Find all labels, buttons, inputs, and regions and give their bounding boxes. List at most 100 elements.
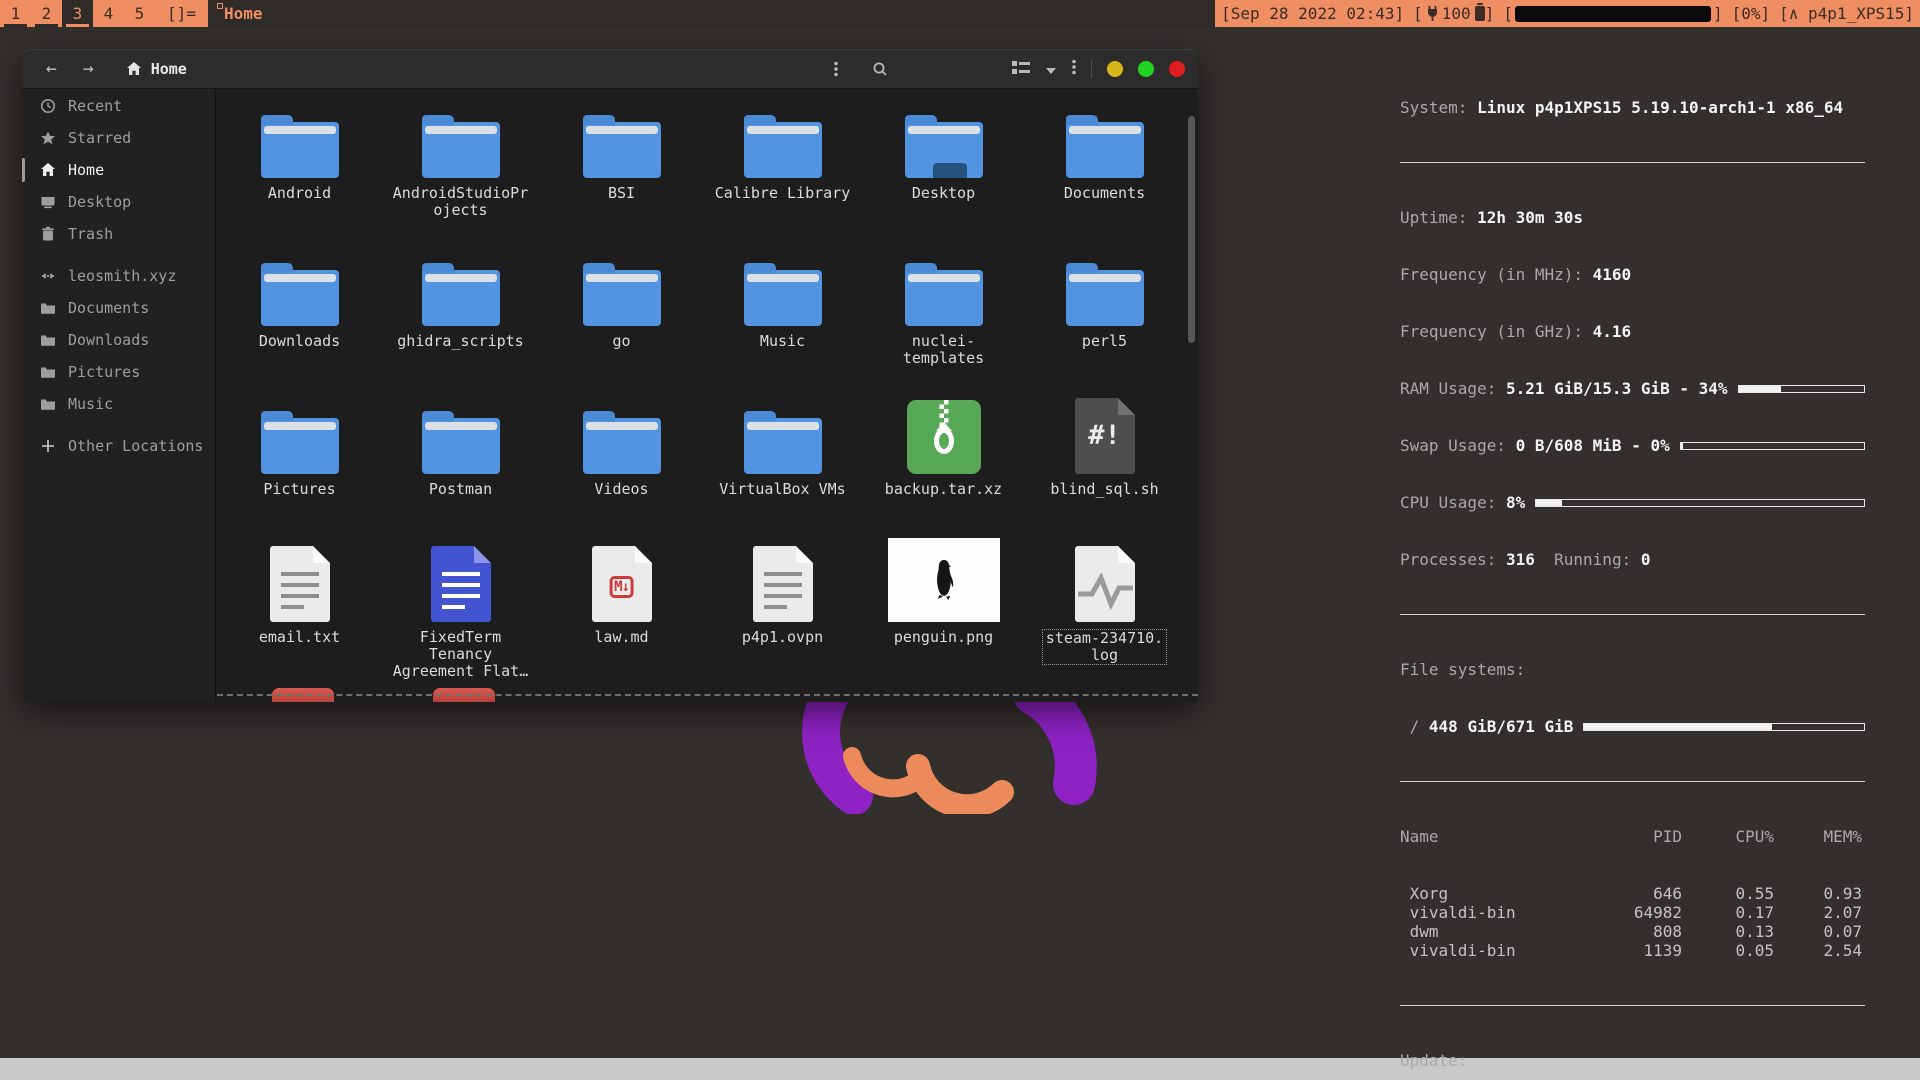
page-menu-button[interactable] xyxy=(834,49,838,89)
close-button[interactable] xyxy=(1169,61,1185,77)
desktop-icon xyxy=(39,194,57,210)
file-label: blind_sql.sh xyxy=(1050,481,1158,498)
file-ghidra-scripts[interactable]: ghidra_scripts xyxy=(383,242,538,390)
folder-icon xyxy=(744,418,822,474)
sidebar-item-trash[interactable]: Trash xyxy=(22,218,215,250)
file-android[interactable]: Android xyxy=(222,94,377,242)
file-blind-sql.sh[interactable]: #! blind_sql.sh xyxy=(1027,390,1182,538)
workspace-tag-5[interactable]: 5 xyxy=(124,0,155,27)
file-pictures[interactable]: Pictures xyxy=(222,390,377,538)
file-label: Pictures xyxy=(263,481,335,498)
workspace-tag-1[interactable]: 1 xyxy=(0,0,31,27)
sidebar-item-desktop[interactable]: Desktop xyxy=(22,186,215,218)
process-cell: vivaldi-bin xyxy=(1400,903,1600,922)
file-icon-box xyxy=(583,390,661,474)
sidebar-item-documents[interactable]: Documents xyxy=(22,292,215,324)
home-icon xyxy=(126,61,142,77)
maximize-button[interactable] xyxy=(1138,61,1154,77)
sidebar-item-label: Pictures xyxy=(68,363,140,381)
file-penguin.png[interactable]: penguin.png xyxy=(866,538,1021,686)
folder-icon xyxy=(39,396,57,412)
file-law.md[interactable]: M↓law.md xyxy=(544,538,699,686)
sidebar-item-starred[interactable]: Starred xyxy=(22,122,215,154)
workspace-tag-3[interactable]: 3 xyxy=(62,0,93,27)
status-battery: [100] xyxy=(1413,4,1494,23)
desktop-folder-icon xyxy=(905,122,983,178)
tag-indicator xyxy=(4,24,27,27)
file-icon-box xyxy=(905,94,983,178)
forward-button[interactable]: → xyxy=(83,60,94,78)
file-steam-234710.[interactable]: steam-234710. log xyxy=(1027,538,1182,686)
file-music[interactable]: Music xyxy=(705,242,860,390)
process-cell: 0.93 xyxy=(1774,884,1862,903)
process-table-header: Name PID CPU% MEM% xyxy=(1400,827,1865,846)
process-cell: 0.05 xyxy=(1682,941,1774,960)
sidebar-item-home[interactable]: Home xyxy=(22,154,215,186)
folder-icon xyxy=(261,270,339,326)
file-downloads[interactable]: Downloads xyxy=(222,242,377,390)
file-virtualbox-vms[interactable]: VirtualBox VMs xyxy=(705,390,860,538)
file-calibre-library[interactable]: Calibre Library xyxy=(705,94,860,242)
file-bsi[interactable]: BSI xyxy=(544,94,699,242)
file-desktop[interactable]: Desktop xyxy=(866,94,1021,242)
process-cell: 0.13 xyxy=(1682,922,1774,941)
search-button[interactable] xyxy=(872,49,888,89)
text-file-icon xyxy=(753,546,813,622)
conky-system-monitor: System: Linux p4p1XPS15 5.19.10-arch1-1 … xyxy=(1400,60,1865,1080)
file-postman[interactable]: Postman xyxy=(383,390,538,538)
list-view-toggle[interactable] xyxy=(1012,59,1030,79)
sidebar-item-recent[interactable]: Recent xyxy=(22,90,215,122)
file-p4p1.ovpn[interactable]: p4p1.ovpn xyxy=(705,538,860,686)
document-icon xyxy=(431,546,491,622)
location-breadcrumb[interactable]: Home xyxy=(126,60,187,78)
sidebar-item-leosmith-xyz[interactable]: leosmith.xyz xyxy=(22,260,215,292)
file-icon-box xyxy=(422,242,500,326)
workspace-tag-4[interactable]: 4 xyxy=(93,0,124,27)
process-row: dwm8080.130.07 xyxy=(1400,922,1865,941)
back-button[interactable]: ← xyxy=(46,60,57,78)
sidebar-item-other-locations[interactable]: Other Locations xyxy=(22,430,215,462)
layout-symbol[interactable]: []= xyxy=(155,0,208,27)
folder-icon xyxy=(39,300,57,316)
sidebar-item-label: Other Locations xyxy=(68,437,203,455)
folder-icon xyxy=(39,332,57,348)
sidebar-item-downloads[interactable]: Downloads xyxy=(22,324,215,356)
ram-usage-row: RAM Usage: 5.21 GiB/15.3 GiB - 34% xyxy=(1400,379,1865,398)
swap-usage-bar xyxy=(1680,442,1865,450)
file-grid: AndroidAndroidStudioPr ojectsBSICalibre … xyxy=(217,89,1198,686)
file-label: ghidra_scripts xyxy=(397,333,523,350)
sidebar-item-label: leosmith.xyz xyxy=(68,267,176,285)
tag-indicator xyxy=(66,24,89,27)
window-menu-button[interactable] xyxy=(1072,59,1076,79)
file-icon-box: #! xyxy=(1075,390,1135,474)
file-icon-box xyxy=(261,242,339,326)
minimize-button[interactable] xyxy=(1107,61,1123,77)
headerbar-separator xyxy=(1091,60,1092,78)
sidebar-section: leosmith.xyz DocumentsDownloads Pictures Mu… xyxy=(22,260,215,420)
status-datetime: [Sep 28 2022 02:43] xyxy=(1221,4,1404,23)
folder-icon xyxy=(39,364,57,380)
sidebar-item-music[interactable]: Music xyxy=(22,388,215,420)
view-options-button[interactable] xyxy=(1045,60,1057,79)
chevron-down-icon xyxy=(1045,65,1057,75)
sidebar-item-pictures[interactable]: Pictures xyxy=(22,356,215,388)
workspace-tag-2[interactable]: 2 xyxy=(31,0,62,27)
file-label: Documents xyxy=(1064,185,1145,202)
file-go[interactable]: go xyxy=(544,242,699,390)
file-nuclei-[interactable]: nuclei- templates xyxy=(866,242,1021,390)
file-email.txt[interactable]: email.txt xyxy=(222,538,377,686)
file-perl5[interactable]: perl5 xyxy=(1027,242,1182,390)
file-label: nuclei- templates xyxy=(903,333,984,367)
file-androidstudiopr[interactable]: AndroidStudioPr ojects xyxy=(383,94,538,242)
file-videos[interactable]: Videos xyxy=(544,390,699,538)
folder-icon xyxy=(422,270,500,326)
file-icon-box xyxy=(888,538,1000,622)
drop-target-dashed-line xyxy=(217,694,1198,696)
file-documents[interactable]: Documents xyxy=(1027,94,1182,242)
process-cell: Xorg xyxy=(1400,884,1600,903)
file-backup.tar.xz[interactable]: backup.tar.xz xyxy=(866,390,1021,538)
markdown-file-icon: M↓ xyxy=(592,546,652,622)
file-fixedterm[interactable]: FixedTerm Tenancy Agreement Flat… xyxy=(383,538,538,686)
file-grid-area: AndroidAndroidStudioPr ojectsBSICalibre … xyxy=(217,89,1198,702)
scrollbar-thumb[interactable] xyxy=(1188,116,1195,343)
